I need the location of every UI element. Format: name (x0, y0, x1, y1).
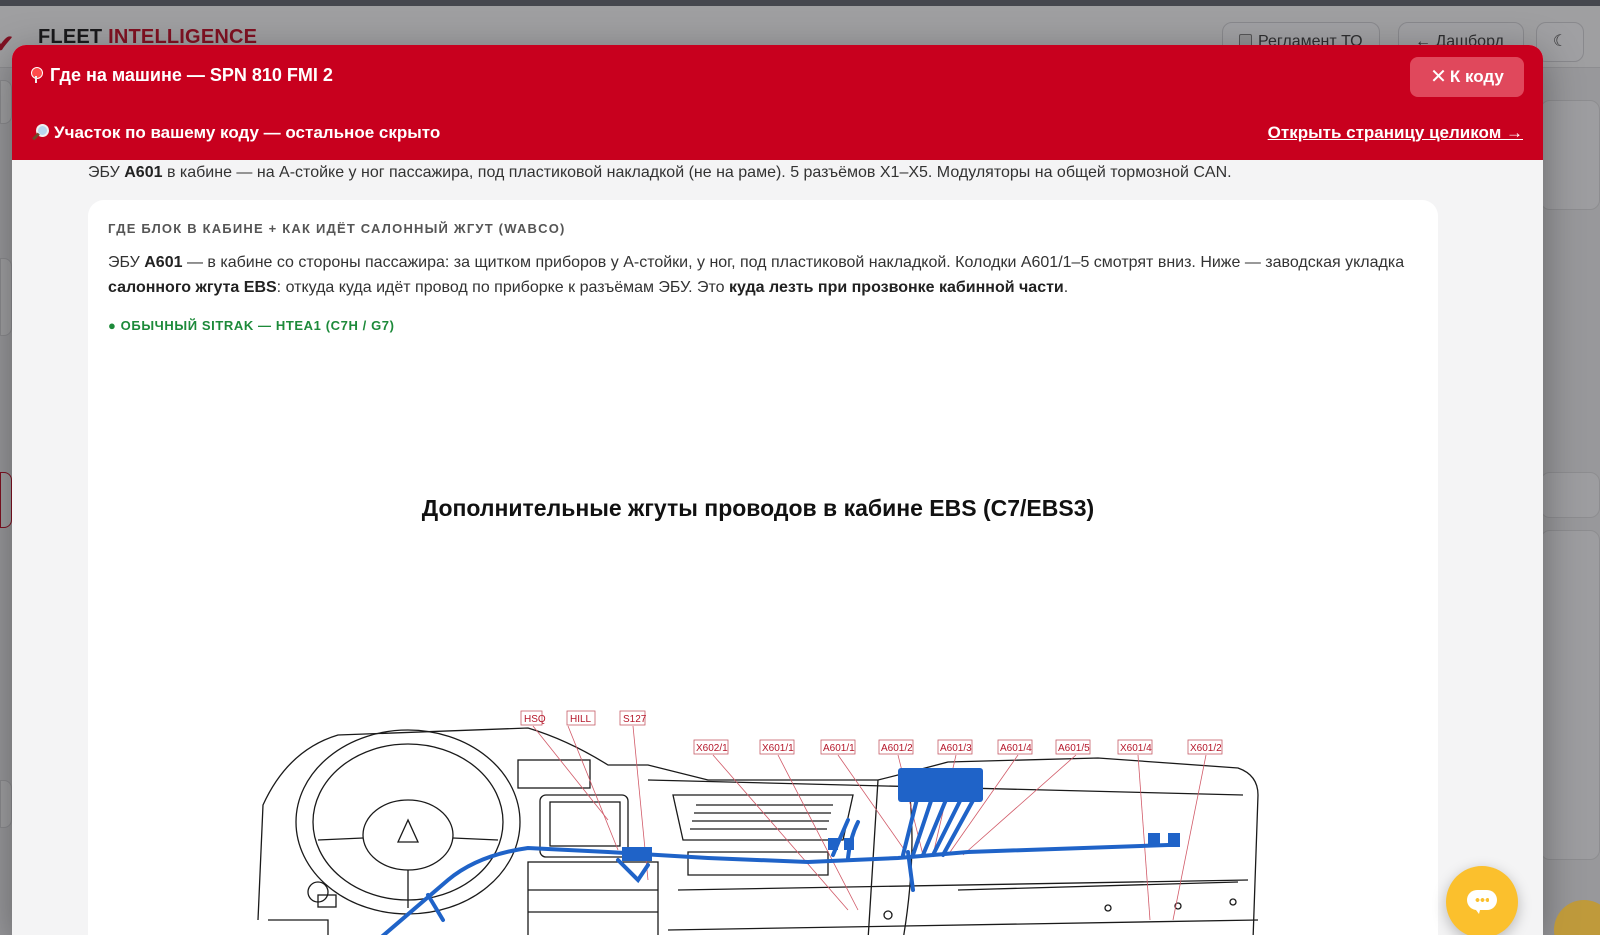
chat-icon (1467, 890, 1497, 914)
intro-text: ЭБУ A601 в кабине — на А-стойке у ног па… (88, 164, 1232, 181)
pin-icon (30, 67, 43, 83)
callout-hsq: HSQ (524, 714, 546, 725)
variant-label: ● ОБЫЧНЫЙ SITRAK — HTEA1 (C7H / G7) (108, 318, 395, 333)
chat-button[interactable] (1446, 866, 1518, 935)
modal-subtitle: Участок по вашему коду — остальное скрыт… (30, 123, 440, 143)
ebs-harness (380, 793, 1178, 935)
back-to-code-button[interactable]: ✕ К коду (1410, 57, 1524, 97)
modal-title: Где на машине — SPN 810 FMI 2 (30, 65, 333, 86)
diagram-title: Дополнительные жгуты проводов в кабине E… (421, 495, 1095, 521)
card-heading: ГДЕ БЛОК В КАБИНЕ + КАК ИДЁТ САЛОННЫЙ ЖГ… (108, 221, 566, 236)
callout-a601-5: A601/5 (1058, 743, 1090, 754)
callout-a601-1: A601/1 (823, 743, 855, 754)
wiring-diagram: Дополнительные жгуты проводов в кабине E… (88, 350, 1438, 935)
callout-x601-4: X601/4 (1120, 743, 1152, 754)
close-icon: ✕ (1430, 66, 1447, 88)
modal-body: ЭБУ A601 в кабине — на А-стойке у ног па… (12, 160, 1543, 935)
card-description: ЭБУ A601 — в кабине со стороны пассажира… (108, 254, 1405, 296)
callout-s127: S127 (623, 714, 647, 725)
callout-x601-1: X601/1 (762, 743, 794, 754)
dashboard-harness-drawing: HSQ HILL S127 X602/1 X601/1 A601/1 A601/… (257, 710, 1259, 935)
location-modal: Где на машине — SPN 810 FMI 2 ✕ К коду Уч… (12, 45, 1543, 935)
callout-a601-4: A601/4 (1000, 743, 1032, 754)
callout-x602-1: X602/1 (696, 743, 728, 754)
callout-text: HSQ HILL S127 X602/1 X601/1 A601/1 A601/… (524, 714, 1222, 754)
callout-a601-3: A601/3 (940, 743, 972, 754)
callout-hill: HILL (570, 714, 592, 725)
location-card: ГДЕ БЛОК В КАБИНЕ + КАК ИДЁТ САЛОННЫЙ ЖГ… (88, 200, 1438, 935)
open-full-page-link[interactable]: Открыть страницу целиком → (1268, 123, 1523, 143)
callout-a601-2: A601/2 (881, 743, 913, 754)
callout-x601-2: X601/2 (1190, 743, 1222, 754)
magnifier-icon (30, 123, 50, 141)
modal-header: Где на машине — SPN 810 FMI 2 ✕ К коду Уч… (12, 45, 1543, 160)
